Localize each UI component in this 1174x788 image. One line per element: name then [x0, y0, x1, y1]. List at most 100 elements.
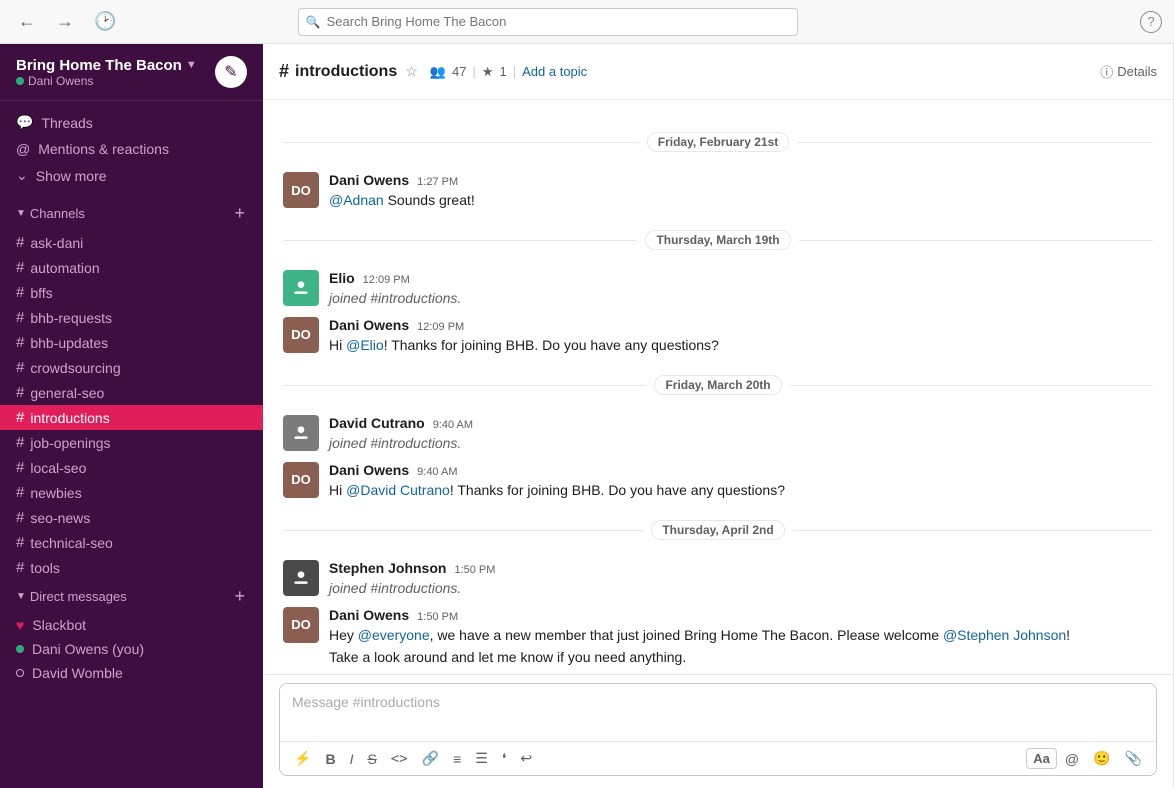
- channel-item-bhb-updates[interactable]: # bhb-updates: [0, 330, 263, 355]
- search-icon: 🔍: [306, 15, 321, 29]
- search-bar: 🔍: [298, 8, 798, 36]
- dm-item-slackbot[interactable]: ♥ Slackbot: [0, 613, 263, 637]
- message-toolbar: ⚡ B I S <> 🔗 ≡ ☰ ❛ ↩ Aa @ 🙂 📎: [280, 741, 1156, 775]
- forward-button[interactable]: →: [50, 7, 80, 36]
- hash-icon: #: [16, 559, 24, 576]
- channel-item-ask-dani[interactable]: # ask-dani: [0, 230, 263, 255]
- hash-icon: #: [16, 259, 24, 276]
- join-message-elio: Elio 12:09 PM joined #introductions.: [263, 266, 1173, 312]
- online-status-dot: [16, 77, 24, 85]
- format-toggle-button[interactable]: Aa: [1026, 748, 1057, 769]
- content-area: # introductions ☆ 👥 47 | ★ 1 | Add a top…: [263, 44, 1173, 788]
- italic-button[interactable]: I: [344, 747, 360, 771]
- channel-item-technical-seo[interactable]: # technical-seo: [0, 530, 263, 555]
- message-group: DO Dani Owens 1:27 PM @Adnan Sounds grea…: [263, 168, 1173, 214]
- hash-icon: #: [16, 459, 24, 476]
- info-icon: ⓘ: [1100, 62, 1113, 81]
- channel-item-automation[interactable]: # automation: [0, 255, 263, 280]
- ordered-list-button[interactable]: ≡: [447, 747, 467, 771]
- message-text-2: Take a look around and let me know if yo…: [329, 647, 1153, 667]
- message-input-area: ⚡ B I S <> 🔗 ≡ ☰ ❛ ↩ Aa @ 🙂 📎: [263, 674, 1173, 788]
- message-group-dani-elio: DO Dani Owens 12:09 PM Hi @Elio! Thanks …: [263, 313, 1173, 359]
- top-bar: ← → 🕑 🔍 ?: [0, 0, 1174, 44]
- chevron-down-icon: ⌄: [16, 167, 28, 184]
- dm-section-header[interactable]: ▼ Direct messages +: [0, 580, 263, 613]
- message-text: Hey @everyone, we have a new member that…: [329, 625, 1153, 645]
- link-button[interactable]: 🔗: [416, 746, 445, 771]
- attachment-button[interactable]: 📎: [1119, 746, 1148, 771]
- sidebar: Bring Home The Bacon ▼ Dani Owens ✎ 💬 Th…: [0, 44, 263, 788]
- dm-item-dani-owens[interactable]: Dani Owens (you): [0, 637, 263, 661]
- messages-area: Friday, February 21st DO Dani Owens 1:27…: [263, 100, 1173, 674]
- date-divider-feb21: Friday, February 21st: [283, 132, 1153, 152]
- undo-button[interactable]: ↩: [514, 746, 538, 771]
- history-button[interactable]: 🕑: [88, 7, 122, 36]
- compose-button[interactable]: ✎: [215, 56, 247, 88]
- hash-icon: #: [16, 234, 24, 251]
- lightning-button[interactable]: ⚡: [288, 746, 317, 771]
- channels-section-header[interactable]: ▼ Channels +: [0, 197, 263, 230]
- sidebar-item-mentions[interactable]: @ Mentions & reactions: [0, 136, 263, 162]
- avatar: DO: [283, 462, 319, 498]
- sidebar-item-show-more[interactable]: ⌄ Show more: [0, 162, 263, 189]
- channel-hash-icon: #: [279, 61, 289, 82]
- join-text: joined #introductions.: [329, 578, 1153, 598]
- channel-title: # introductions: [279, 61, 397, 82]
- channel-item-general-seo[interactable]: # general-seo: [0, 380, 263, 405]
- add-dm-button[interactable]: +: [232, 586, 247, 607]
- hash-icon: #: [16, 309, 24, 326]
- sidebar-item-threads[interactable]: 💬 Threads: [0, 109, 263, 136]
- date-divider-mar20: Friday, March 20th: [283, 375, 1153, 395]
- add-topic-link[interactable]: Add a topic: [522, 64, 587, 79]
- emoji-button[interactable]: 🙂: [1087, 746, 1116, 771]
- mentions-icon: @: [16, 141, 30, 157]
- threads-icon: 💬: [16, 114, 33, 131]
- channel-item-bffs[interactable]: # bffs: [0, 280, 263, 305]
- details-button[interactable]: ⓘ Details: [1100, 62, 1157, 81]
- join-message-stephen: Stephen Johnson 1:50 PM joined #introduc…: [263, 556, 1173, 602]
- join-text: joined #introductions.: [329, 433, 1153, 453]
- channel-item-tools[interactable]: # tools: [0, 555, 263, 580]
- message-text: Hi @Elio! Thanks for joining BHB. Do you…: [329, 335, 1153, 355]
- hash-icon: #: [16, 334, 24, 351]
- hash-icon: #: [16, 359, 24, 376]
- hash-icon: #: [16, 434, 24, 451]
- hash-icon: #: [16, 384, 24, 401]
- hash-icon: #: [16, 484, 24, 501]
- online-dot: [16, 645, 24, 653]
- blockquote-button[interactable]: ❛: [496, 746, 513, 771]
- workspace-header: Bring Home The Bacon ▼ Dani Owens ✎: [0, 44, 263, 101]
- mention-button[interactable]: @: [1059, 747, 1085, 771]
- avatar: [283, 270, 319, 306]
- workspace-name[interactable]: Bring Home The Bacon ▼: [16, 57, 215, 74]
- channel-item-bhb-requests[interactable]: # bhb-requests: [0, 305, 263, 330]
- channel-item-job-openings[interactable]: # job-openings: [0, 430, 263, 455]
- search-input[interactable]: [298, 8, 798, 36]
- main-layout: Bring Home The Bacon ▼ Dani Owens ✎ 💬 Th…: [0, 44, 1174, 788]
- bold-button[interactable]: B: [319, 747, 341, 771]
- channel-item-newbies[interactable]: # newbies: [0, 480, 263, 505]
- channel-item-crowdsourcing[interactable]: # crowdsourcing: [0, 355, 263, 380]
- channel-item-seo-news[interactable]: # seo-news: [0, 505, 263, 530]
- hash-icon: #: [16, 534, 24, 551]
- strikethrough-button[interactable]: S: [361, 747, 382, 771]
- help-button[interactable]: ?: [1140, 11, 1162, 33]
- avatar: DO: [283, 172, 319, 208]
- channel-header: # introductions ☆ 👥 47 | ★ 1 | Add a top…: [263, 44, 1173, 100]
- heart-icon: ♥: [16, 617, 24, 633]
- join-text: joined #introductions.: [329, 288, 1153, 308]
- back-button[interactable]: ←: [12, 7, 42, 36]
- dm-item-david-womble[interactable]: David Womble: [0, 661, 263, 685]
- add-channel-button[interactable]: +: [232, 203, 247, 224]
- star-button[interactable]: ☆: [405, 63, 418, 80]
- unordered-list-button[interactable]: ☰: [469, 746, 494, 771]
- avatar: [283, 415, 319, 451]
- message-input[interactable]: [280, 684, 1156, 736]
- workspace-chevron-icon: ▼: [186, 59, 197, 71]
- channel-item-introductions[interactable]: # introductions: [0, 405, 263, 430]
- channel-item-local-seo[interactable]: # local-seo: [0, 455, 263, 480]
- message-text: @Adnan Sounds great!: [329, 190, 1153, 210]
- dm-chevron-icon: ▼: [16, 591, 26, 602]
- join-message-david: David Cutrano 9:40 AM joined #introducti…: [263, 411, 1173, 457]
- code-button[interactable]: <>: [385, 747, 414, 771]
